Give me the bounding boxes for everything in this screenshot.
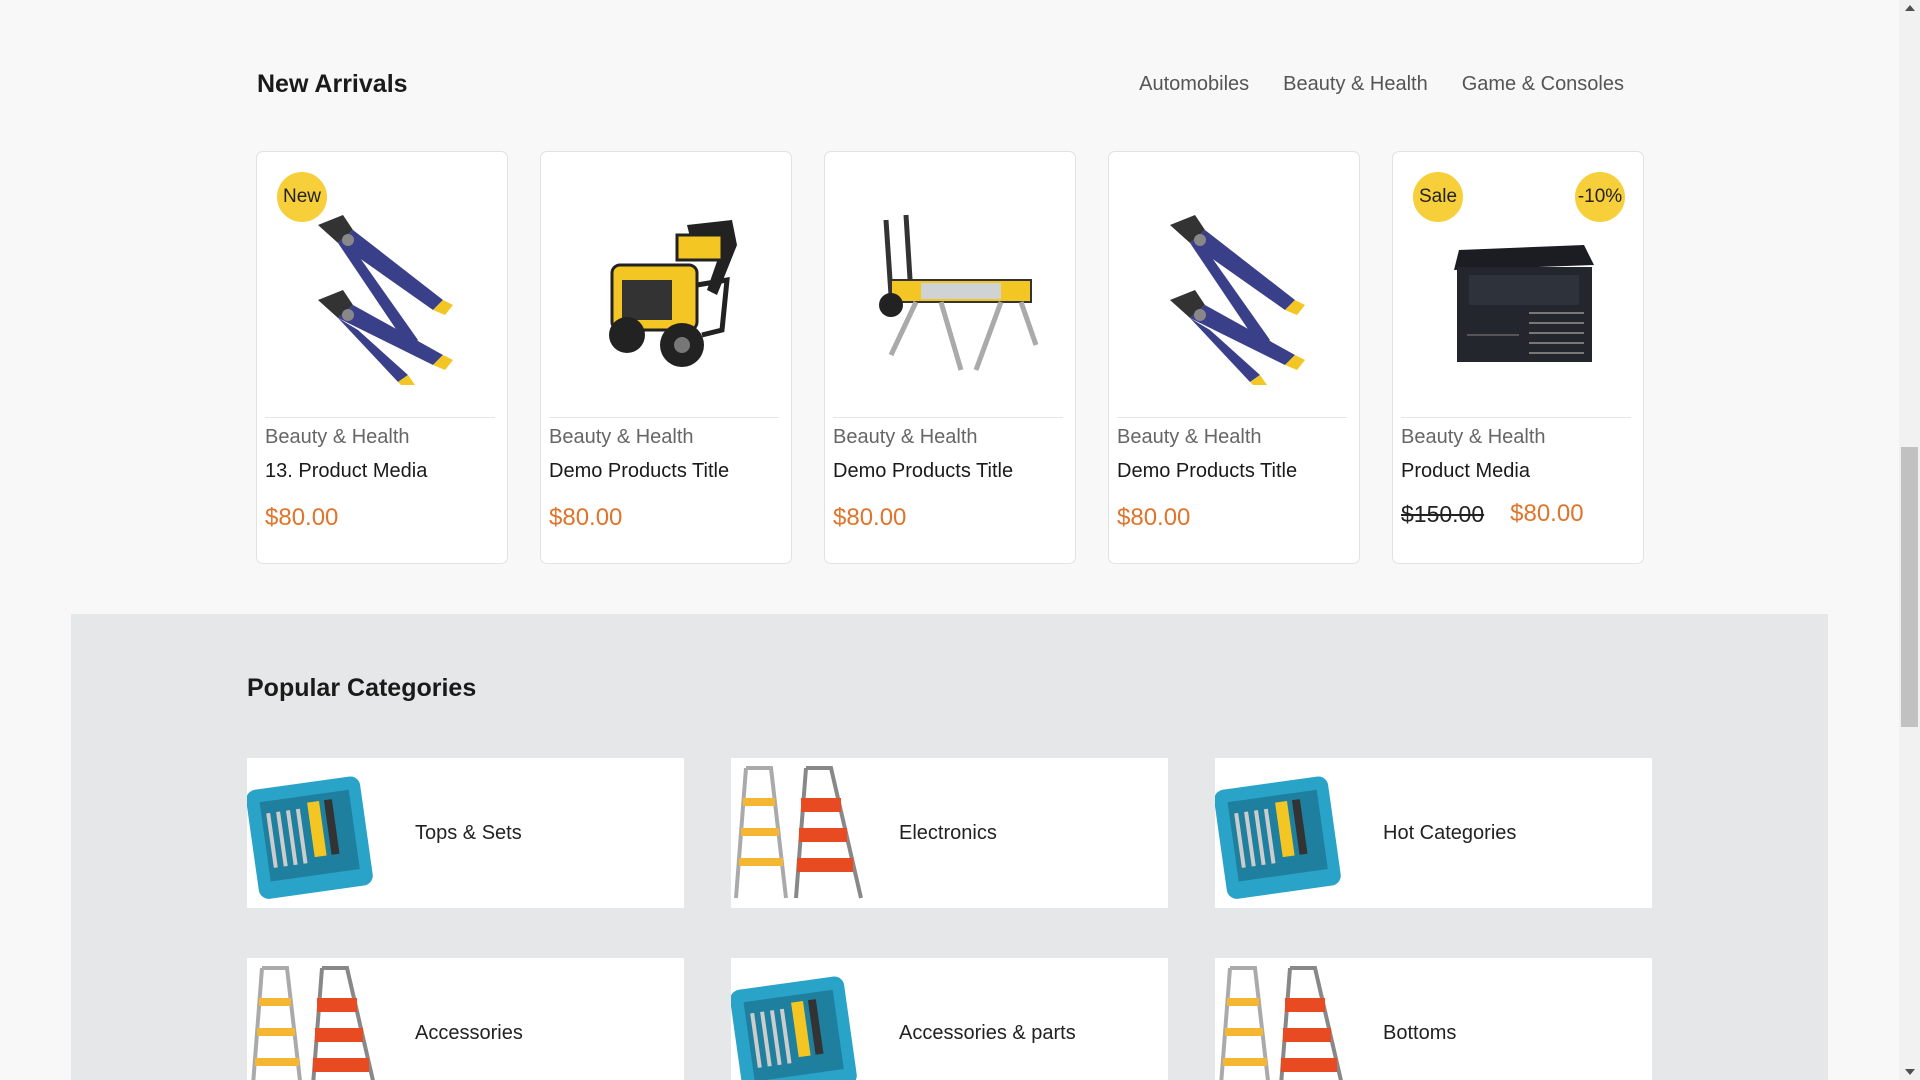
product-category[interactable]: Beauty & Health [265, 426, 410, 449]
category-card-accessories-parts[interactable]: Accessories & parts [731, 958, 1168, 1080]
new-arrivals-header: New Arrivals Automobiles Beauty & Health… [257, 66, 1624, 102]
product-price-row: $80.00 [1117, 504, 1190, 532]
divider [833, 417, 1063, 418]
product-price: $80.00 [1510, 500, 1584, 527]
page: New Arrivals Automobiles Beauty & Health… [0, 0, 1920, 1080]
product-card[interactable]: Beauty & Health Demo Products Title $80.… [1108, 151, 1360, 564]
product-title[interactable]: Demo Products Title [1117, 460, 1297, 483]
product-title[interactable]: Demo Products Title [549, 460, 729, 483]
category-label: Accessories & parts [899, 1021, 1076, 1044]
tab-automobiles[interactable]: Automobiles [1139, 73, 1249, 96]
product-image[interactable] [549, 160, 784, 410]
category-card-accessories[interactable]: Accessories [247, 958, 684, 1080]
product-price: $80.00 [1117, 504, 1191, 531]
new-arrivals-title: New Arrivals [257, 69, 408, 98]
old-price: $150.00 [1401, 500, 1485, 527]
discount-badge: -10% [1575, 172, 1625, 222]
product-price: $80.00 [549, 504, 623, 531]
vertical-scrollbar[interactable] [1899, 0, 1920, 1080]
new-badge: New [277, 172, 327, 222]
category-card-electronics[interactable]: Electronics [731, 758, 1168, 908]
category-label: Electronics [899, 821, 997, 844]
product-card[interactable]: Beauty & Health Demo Products Title $80.… [540, 151, 792, 564]
product-image[interactable] [1117, 160, 1352, 410]
category-image [731, 758, 881, 908]
category-label: Accessories [415, 1021, 523, 1044]
toolbox-icon [1215, 776, 1341, 899]
product-category[interactable]: Beauty & Health [1117, 426, 1262, 449]
category-card-bottoms[interactable]: Bottoms [1215, 958, 1652, 1080]
category-image [1215, 958, 1365, 1080]
product-price-row: $80.00 [833, 504, 906, 532]
product-category[interactable]: Beauty & Health [1401, 426, 1546, 449]
divider [1401, 417, 1631, 418]
product-card[interactable]: Sale -10% Beauty & Health Product Media … [1392, 151, 1644, 564]
product-price-row: $150.00 $80.00 [1401, 500, 1584, 528]
category-image [1215, 758, 1365, 908]
category-grid: Tops & Sets Electronics Hot Categories A… [247, 758, 1652, 1080]
pressure-washer-icon [608, 220, 737, 367]
divider [265, 417, 495, 418]
popular-categories-title: Popular Categories [247, 674, 477, 702]
pliers-icon [1169, 215, 1305, 385]
category-label: Hot Categories [1383, 821, 1517, 844]
product-price-row: $80.00 [549, 504, 622, 532]
product-title[interactable]: 13. Product Media [265, 460, 427, 483]
divider [549, 417, 779, 418]
toolbox-icon [731, 976, 857, 1080]
product-image[interactable] [833, 160, 1068, 410]
category-label: Bottoms [1383, 1021, 1457, 1044]
popular-categories-section: Popular Categories Tops & Sets Electroni… [71, 614, 1828, 1080]
category-tabs: Automobiles Beauty & Health Game & Conso… [1139, 73, 1624, 96]
category-image [247, 758, 397, 908]
category-label: Tops & Sets [415, 821, 522, 844]
step-ladder-icon [1219, 966, 1343, 1080]
category-card-tops-sets[interactable]: Tops & Sets [247, 758, 684, 908]
product-title[interactable]: Product Media [1401, 460, 1530, 483]
divider [1117, 417, 1347, 418]
product-title[interactable]: Demo Products Title [833, 460, 1013, 483]
product-price-row: $80.00 [265, 504, 338, 532]
scrollbar-thumb[interactable] [1901, 447, 1918, 727]
product-category[interactable]: Beauty & Health [549, 426, 694, 449]
toolbox-icon [247, 776, 373, 899]
step-ladder-icon [251, 966, 375, 1080]
work-stand-icon [878, 214, 1038, 371]
sale-badge: Sale [1413, 172, 1463, 222]
scroll-up-arrow-icon[interactable] [1899, 0, 1920, 16]
product-list: New Beauty & Health 13. Product Media $8… [256, 151, 1644, 564]
category-card-hot-categories[interactable]: Hot Categories [1215, 758, 1652, 908]
product-price: $80.00 [265, 504, 339, 531]
product-card[interactable]: Beauty & Health Demo Products Title $80.… [824, 151, 1076, 564]
tab-game-consoles[interactable]: Game & Consoles [1462, 73, 1624, 96]
tab-beauty-health[interactable]: Beauty & Health [1283, 73, 1428, 96]
step-ladder-icon [734, 766, 863, 899]
category-image [247, 958, 397, 1080]
category-image [731, 958, 881, 1080]
scroll-down-arrow-icon[interactable] [1899, 1064, 1920, 1080]
product-price: $80.00 [833, 504, 907, 531]
product-category[interactable]: Beauty & Health [833, 426, 978, 449]
product-card[interactable]: New Beauty & Health 13. Product Media $8… [256, 151, 508, 564]
